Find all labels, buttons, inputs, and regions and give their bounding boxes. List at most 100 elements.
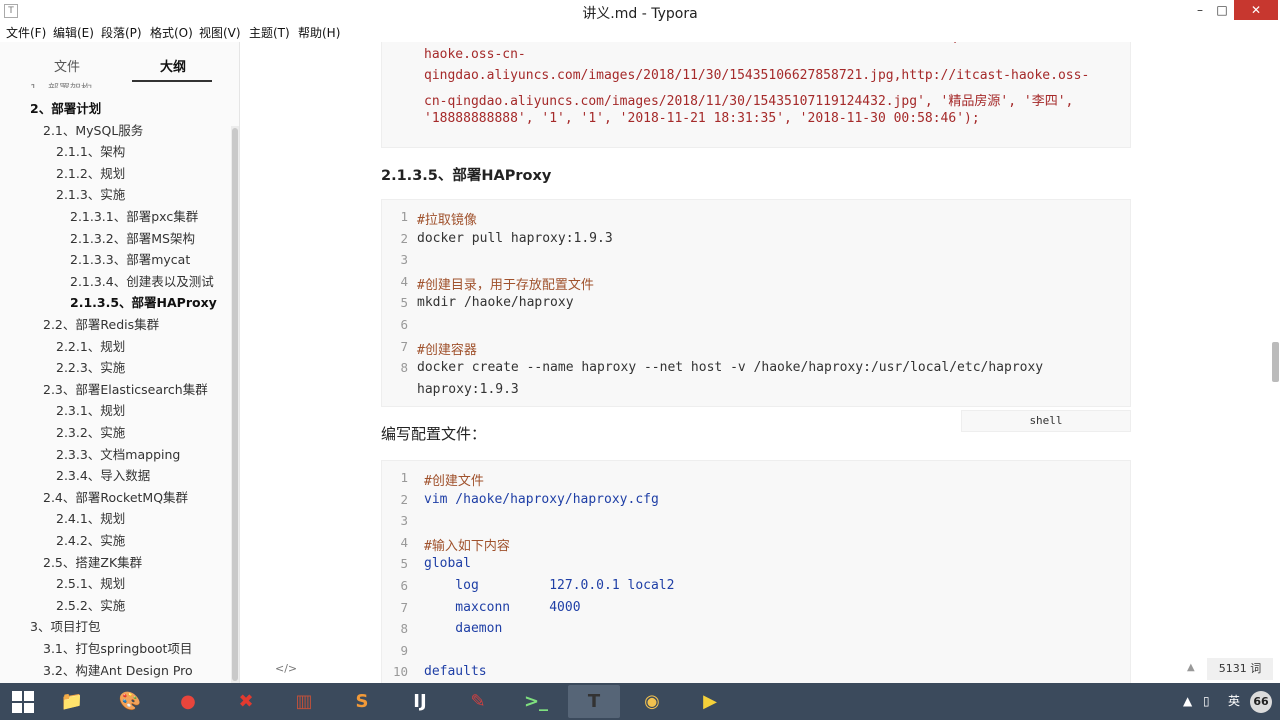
code-line[interactable]: #输入如下内容 xyxy=(424,535,510,554)
line-number: 7 xyxy=(400,599,408,615)
code-line[interactable]: #创建容器 xyxy=(417,339,477,358)
code-block-shell[interactable]: 1 #拉取镜像 2 docker pull haproxy:1.9.3 3 4 #创建目录，… xyxy=(381,199,1131,407)
outline-item[interactable]: 2.5.2、实施 xyxy=(56,595,125,614)
maximize-button[interactable]: □ xyxy=(1208,0,1236,20)
outline-item[interactable]: 2.5.1、规划 xyxy=(56,573,125,592)
windows-logo-icon xyxy=(12,691,34,713)
outline-item[interactable]: 2.2.3、实施 xyxy=(56,357,125,376)
code-line[interactable]: haoke.oss-cn- xyxy=(424,47,526,62)
outline-item[interactable]: 3.1、打包springboot项目 xyxy=(43,638,192,657)
editor-area[interactable]: '1', '1室1厅1卫1厨1阳台', '50', '40', '3/20', … xyxy=(241,42,1280,683)
ime-indicator[interactable]: 英 xyxy=(1228,683,1240,720)
code-line[interactable]: log 127.0.0.1 local2 xyxy=(424,578,674,593)
outline-item[interactable]: 2.3.4、导入数据 xyxy=(56,465,150,484)
menu-format[interactable]: 格式(O) xyxy=(150,24,193,41)
outline-item[interactable]: 2.1.3.4、创建表以及测试 xyxy=(70,271,214,290)
network-icon[interactable]: ▯ xyxy=(1203,683,1210,720)
menu-help[interactable]: 帮助(H) xyxy=(298,24,340,41)
code-block-sql[interactable]: '1', '1室1厅1卫1厨1阳台', '50', '40', '3/20', … xyxy=(381,42,1131,148)
outline-item[interactable]: 2.3.3、文档mapping xyxy=(56,444,180,463)
outline-item[interactable]: 2.5、搭建ZK集群 xyxy=(43,552,142,571)
taskbar-app-chrome[interactable]: ● xyxy=(162,685,214,718)
menu-file[interactable]: 文件(F) xyxy=(6,24,46,41)
word-count[interactable]: 5131 词 xyxy=(1207,658,1273,680)
menu-edit[interactable]: 编辑(E) xyxy=(53,24,94,41)
taskbar-app-file-explorer[interactable]: 📁 xyxy=(46,685,98,718)
line-number: 4 xyxy=(400,273,408,289)
title-bar: T 讲义.md - Typora – □ ✕ xyxy=(0,0,1280,22)
code-line[interactable]: docker pull haproxy:1.9.3 xyxy=(417,231,613,246)
outline-item[interactable]: 2.4.1、规划 xyxy=(56,508,125,527)
code-line[interactable]: vim /haoke/haproxy/haproxy.cfg xyxy=(424,492,659,507)
taskbar: 📁 🎨 ● ✖ ▥ S IJ ✎ >_ T ◉ ▶ ▲ ▯ 英 66 xyxy=(0,683,1280,720)
code-line[interactable]: global xyxy=(424,556,471,571)
code-line[interactable]: mkdir /haoke/haproxy xyxy=(417,295,574,310)
taskbar-app-sublime[interactable]: S xyxy=(336,685,388,718)
outline-item[interactable]: 2.1.3.1、部署pxc集群 xyxy=(70,206,198,225)
code-line[interactable]: #拉取镜像 xyxy=(417,209,477,228)
menu-paragraph[interactable]: 段落(P) xyxy=(101,24,142,41)
tray-expand-icon[interactable]: ▲ xyxy=(1183,683,1192,720)
taskbar-app-typora[interactable]: T xyxy=(568,685,620,718)
heading-haproxy[interactable]: 2.1.3.5、部署HAProxy xyxy=(381,164,551,185)
taskbar-app-winrar[interactable]: ▥ xyxy=(278,685,330,718)
code-block-config[interactable]: 1 #创建文件 2 vim /haoke/haproxy/haproxy.cfg 3 4 #… xyxy=(381,460,1131,683)
outline-item[interactable]: 2.3、部署Elasticsearch集群 xyxy=(43,379,208,398)
line-number: 9 xyxy=(400,642,408,658)
line-number: 5 xyxy=(400,295,408,311)
line-number: 1 xyxy=(400,470,408,485)
line-number: 6 xyxy=(400,578,408,593)
outline-item-partial[interactable]: 1、部署架构 xyxy=(30,80,92,88)
outline-item[interactable]: 2.3.2、实施 xyxy=(56,422,125,441)
scroll-up-icon[interactable]: ▲ xyxy=(1187,662,1195,673)
outline-item[interactable]: 2.1.2、规划 xyxy=(56,163,125,182)
tab-outline[interactable]: 大纲 xyxy=(160,56,186,75)
paragraph-config[interactable]: 编写配置文件： xyxy=(381,423,486,444)
source-mode-icon[interactable]: </> xyxy=(275,662,297,675)
taskbar-app-player[interactable]: ▶ xyxy=(684,685,736,718)
close-button[interactable]: ✕ xyxy=(1234,0,1278,20)
outline-item[interactable]: 2.3.1、规划 xyxy=(56,400,125,419)
taskbar-app-notepad[interactable]: ✎ xyxy=(452,685,504,718)
outline-item[interactable]: 2.1.3.5、部署HAProxy xyxy=(70,292,217,311)
code-line[interactable]: maxconn 4000 xyxy=(424,600,580,615)
outline-item[interactable]: 2.2、部署Redis集群 xyxy=(43,314,159,333)
taskbar-app-terminal[interactable]: >_ xyxy=(510,685,562,718)
code-line[interactable]: haproxy:1.9.3 xyxy=(417,382,519,397)
code-line[interactable]: '18888888888', '1', '1', '2018-11-21 18:… xyxy=(424,111,980,126)
outline-item[interactable]: 2.1.3.3、部署mycat xyxy=(70,249,190,268)
line-number: 8 xyxy=(400,360,408,376)
outline-item[interactable]: 2、部署计划 xyxy=(30,98,101,117)
code-line[interactable]: cn-qingdao.aliyuncs.com/images/2018/11/3… xyxy=(424,90,1073,109)
taskbar-app-chat[interactable]: ◉ xyxy=(626,685,678,718)
code-line[interactable]: docker create --name haproxy --net host … xyxy=(417,360,1043,375)
outline-item[interactable]: 2.1.3、实施 xyxy=(56,184,125,203)
outline-item[interactable]: 2.2.1、规划 xyxy=(56,336,125,355)
taskbar-app-xmind[interactable]: ✖ xyxy=(220,685,272,718)
code-line[interactable]: qingdao.aliyuncs.com/images/2018/11/30/1… xyxy=(424,68,1089,83)
outline-item[interactable]: 2.1.3.2、部署MS架构 xyxy=(70,228,195,247)
outline-item[interactable]: 2.1.1、架构 xyxy=(56,141,125,160)
code-line[interactable]: daemon xyxy=(424,621,502,636)
taskbar-app-intellij[interactable]: IJ xyxy=(394,685,446,718)
outline-item[interactable]: 2.4.2、实施 xyxy=(56,530,125,549)
active-tab-indicator xyxy=(132,80,212,82)
editor-scrollbar[interactable] xyxy=(1272,342,1279,382)
code-language-input[interactable]: shell xyxy=(961,410,1131,432)
line-number: 8 xyxy=(400,621,408,637)
code-line[interactable]: defaults xyxy=(424,664,487,679)
outline-item[interactable]: 2.1、MySQL服务 xyxy=(43,120,143,139)
outline-item[interactable]: 3、项目打包 xyxy=(30,616,100,635)
notification-badge[interactable]: 66 xyxy=(1250,691,1272,713)
start-button[interactable] xyxy=(0,683,46,720)
sidebar-scrollbar[interactable] xyxy=(232,128,238,681)
code-line[interactable]: #创建目录，用于存放配置文件 xyxy=(417,274,594,293)
outline-item[interactable]: 3.2、构建Ant Design Pro xyxy=(43,660,193,679)
outline-item[interactable]: 2.4、部署RocketMQ集群 xyxy=(43,487,188,506)
code-line[interactable]: #创建文件 xyxy=(424,470,484,489)
taskbar-app-paint[interactable]: 🎨 xyxy=(104,685,156,718)
tab-files[interactable]: 文件 xyxy=(54,56,80,75)
code-line[interactable]: '1', '1室1厅1卫1厨1阳台', '50', '40', '3/20', … xyxy=(424,42,1039,44)
menu-theme[interactable]: 主题(T) xyxy=(249,24,290,41)
menu-view[interactable]: 视图(V) xyxy=(199,24,241,41)
